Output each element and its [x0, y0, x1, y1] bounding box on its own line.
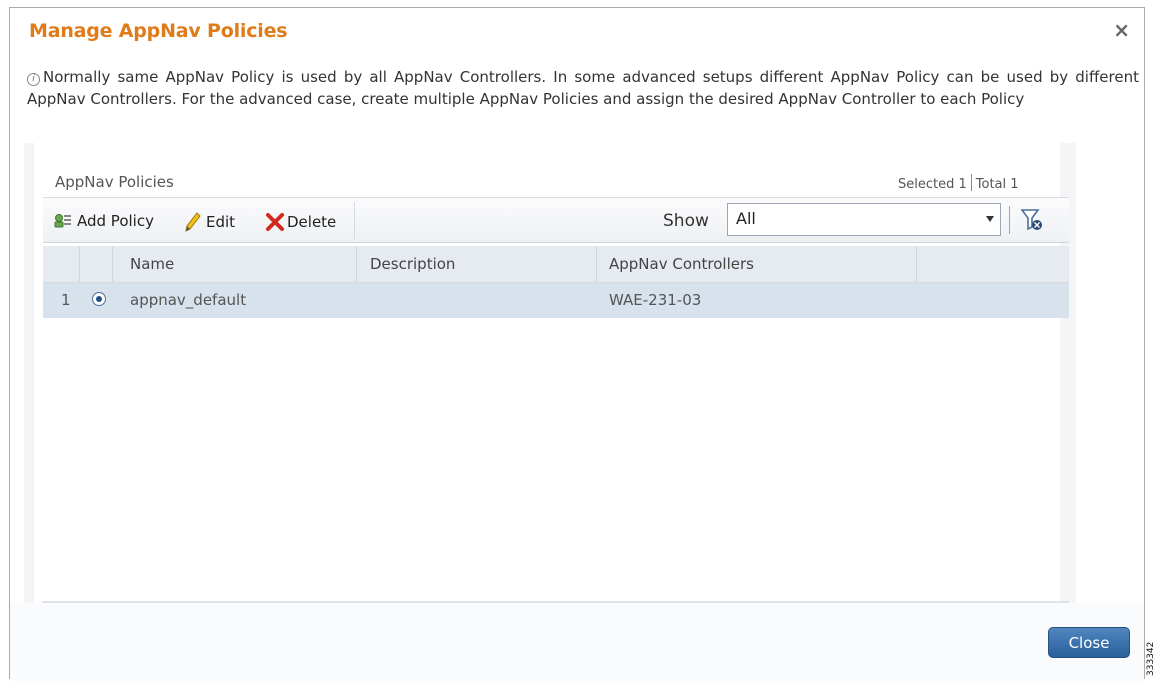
- column-divider: [596, 246, 597, 283]
- table-row[interactable]: 1 appnav_default WAE-231-03: [43, 283, 1069, 318]
- info-text: Normally same AppNav Policy is used by a…: [27, 68, 1139, 108]
- add-policy-icon: [54, 214, 71, 228]
- row-name: appnav_default: [130, 291, 247, 309]
- edit-label: Edit: [206, 213, 236, 231]
- total-count: Total 1: [975, 177, 1019, 192]
- dialog-footer: [10, 603, 1144, 681]
- row-controllers: WAE-231-03: [609, 291, 702, 309]
- column-divider: [79, 246, 80, 283]
- info-icon: i: [27, 73, 40, 86]
- toolbar-divider: [354, 202, 355, 240]
- column-header-name[interactable]: Name: [130, 255, 174, 273]
- selection-summary: Selected 1 Total 1: [898, 174, 1019, 192]
- radio-selected-icon[interactable]: [92, 292, 106, 306]
- delete-label: Delete: [287, 213, 337, 231]
- filter-divider: [1009, 206, 1010, 234]
- column-divider: [916, 246, 917, 283]
- panel-title: AppNav Policies: [55, 173, 174, 191]
- show-filter-select[interactable]: All: [727, 203, 1001, 236]
- delete-x-icon: [266, 213, 284, 231]
- edit-button[interactable]: Edit: [185, 212, 235, 232]
- row-index: 1: [61, 291, 71, 309]
- selected-count: Selected 1: [898, 177, 967, 192]
- column-header-description[interactable]: Description: [370, 255, 455, 273]
- chevron-down-icon: [986, 216, 994, 222]
- edit-pencil-icon: [185, 212, 201, 232]
- figure-id: 333342: [1146, 641, 1156, 676]
- show-label: Show: [663, 211, 709, 231]
- add-policy-label: Add Policy: [77, 212, 154, 230]
- close-button[interactable]: Close: [1048, 627, 1130, 658]
- close-icon[interactable]: ×: [1113, 20, 1130, 40]
- dialog-title: Manage AppNav Policies: [29, 20, 288, 42]
- add-policy-button[interactable]: Add Policy: [53, 212, 154, 230]
- summary-divider: [970, 174, 972, 191]
- table-header: Name Description AppNav Controllers: [43, 246, 1069, 283]
- delete-button[interactable]: Delete: [265, 212, 336, 232]
- show-filter-value: All: [736, 209, 756, 228]
- column-divider: [356, 246, 357, 283]
- info-message: i Normally same AppNav Policy is used by …: [27, 66, 1139, 110]
- policies-toolbar: Add Policy Edit Delete Show All: [43, 197, 1069, 243]
- filter-icon[interactable]: [1021, 208, 1043, 232]
- column-header-appnav-controllers[interactable]: AppNav Controllers: [609, 255, 754, 273]
- column-divider: [112, 246, 113, 283]
